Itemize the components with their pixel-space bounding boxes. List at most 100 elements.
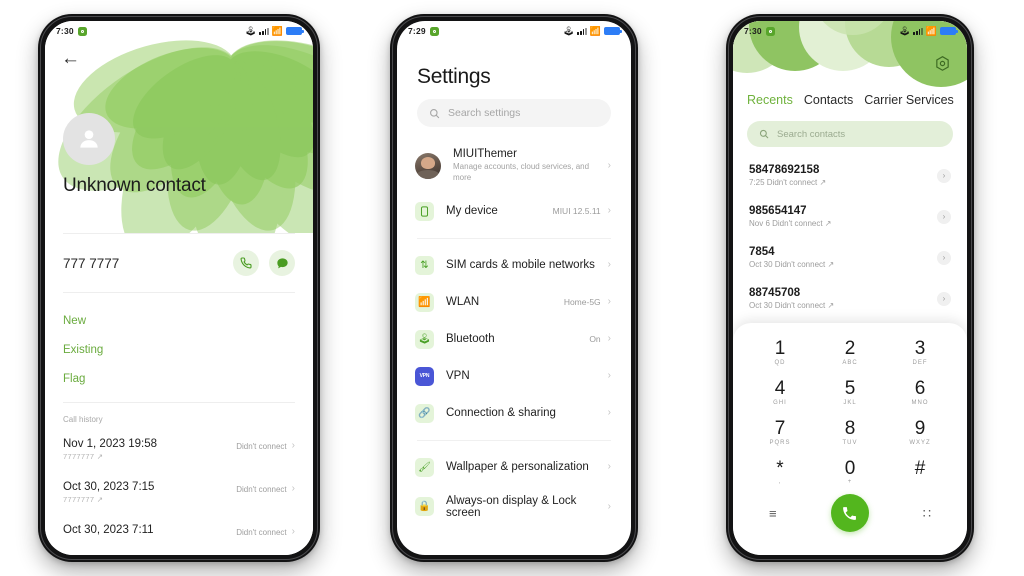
recent-call-main: 985654147 Nov 6 Didn't connect ↗ <box>749 205 832 228</box>
recent-call-row[interactable]: 7854 Oct 30 Didn't connect ↗ › <box>733 237 967 278</box>
bluetooth-icon: 🕹 <box>562 25 575 36</box>
wifi-icon: 📶 <box>589 25 601 36</box>
settings-item-label: Always-on display & Lock screen <box>446 494 577 519</box>
wifi-icon: 📶 <box>925 25 937 36</box>
phone-device-dialer: Recents Contacts Carrier Services Search… <box>726 14 974 562</box>
person-icon <box>80 130 98 148</box>
settings-item-texts: Always-on display & Lock screen <box>446 495 596 519</box>
phone-device-contact-detail: ← Unknown contact 777 7777 New Existing … <box>38 14 320 562</box>
phone-number: 777 7777 <box>63 255 120 271</box>
call-history-row[interactable]: Oct 30, 2023 7:15 7777777 ↗ Didn't conne… <box>45 471 313 514</box>
menu-icon[interactable]: ≡ <box>769 507 777 520</box>
key-digit: 9 <box>914 417 926 439</box>
keypad-icon[interactable]: ∷︎ <box>923 507 931 520</box>
call-history-row[interactable]: Oct 30, 2023 7:11 Didn't connect › <box>45 514 313 548</box>
chevron-right-icon[interactable]: › <box>937 168 951 183</box>
settings-item-wallpaper[interactable]: 🖌 Wallpaper & personalization › <box>397 449 631 486</box>
chevron-right-icon[interactable]: › <box>937 209 951 224</box>
call-date: Nov 1, 2023 19:58 <box>63 438 157 450</box>
status-time: 7:30 <box>744 26 762 36</box>
key-0[interactable]: 0 + <box>815 453 885 491</box>
link-existing[interactable]: Existing <box>63 336 295 365</box>
key-letters: GHI <box>773 399 787 406</box>
settings-item-bluetooth[interactable]: 🕹 Bluetooth On › <box>397 321 631 358</box>
tab-carrier-services[interactable]: Carrier Services <box>864 93 954 107</box>
key-hash[interactable]: # <box>885 453 955 491</box>
call-action-button[interactable] <box>233 250 259 276</box>
key-5[interactable]: 5 JKL <box>815 373 885 411</box>
search-settings-input[interactable]: Search settings <box>417 99 611 127</box>
lock-icon: 🔒 <box>415 497 434 517</box>
key-digit: 8 <box>844 417 856 439</box>
settings-item-connection-sharing[interactable]: 🔗 Connection & sharing › <box>397 395 631 432</box>
recent-call-sub: 7:25 Didn't connect ↗ <box>749 178 827 187</box>
settings-group-connectivity: ⇅ SIM cards & mobile networks › 📶 WLAN H… <box>397 247 631 432</box>
key-star[interactable]: * , <box>745 453 815 491</box>
message-action-button[interactable] <box>269 250 295 276</box>
settings-item-texts: WLAN <box>446 296 552 308</box>
back-icon[interactable]: ← <box>61 49 80 68</box>
recent-call-row[interactable]: 58478692158 7:25 Didn't connect ↗ › <box>733 155 967 196</box>
settings-item-my-device[interactable]: My device MIUI 12.5.11 › <box>397 193 631 230</box>
search-placeholder: Search settings <box>448 107 521 119</box>
dialer-bottom-bar: ≡ ∷︎ <box>745 490 955 533</box>
recent-call-row[interactable]: 985654147 Nov 6 Didn't connect ↗ › <box>733 196 967 237</box>
status-bar: 7:29 🕹 📶 <box>397 21 631 41</box>
wifi-icon: 📶 <box>271 25 283 36</box>
phone-number-row[interactable]: 777 7777 <box>45 234 313 292</box>
settings-item-vpn[interactable]: VPN VPN › <box>397 358 631 395</box>
chevron-right-icon[interactable]: › <box>937 250 951 265</box>
key-3[interactable]: 3 DEF <box>885 333 955 371</box>
recent-call-row[interactable]: 88745708 Oct 30 Didn't connect ↗ › <box>733 278 967 319</box>
key-2[interactable]: 2 ABC <box>815 333 885 371</box>
phone-device-settings: Settings Search settings MIUIThemer Mana… <box>390 14 638 562</box>
call-number: 7777777 ↗ <box>63 452 104 461</box>
keypad-grid: 1 QD 2 ABC 3 DEF 4 GHI 5 JKL 6 MNO 7 PQR… <box>745 333 955 490</box>
battery-icon <box>286 27 304 35</box>
link-flag[interactable]: Flag <box>63 365 295 394</box>
key-4[interactable]: 4 GHI <box>745 373 815 411</box>
avatar <box>63 113 115 165</box>
chevron-right-icon: › <box>607 296 611 308</box>
settings-list: MIUIThemer Manage accounts, cloud servic… <box>397 139 631 528</box>
settings-item-right: › <box>608 408 611 418</box>
key-8[interactable]: 8 TUV <box>815 413 885 451</box>
wifi-icon: 📶 <box>415 292 434 312</box>
key-letters: JKL <box>843 399 857 406</box>
status-bar-right: 🕹 📶 <box>899 25 958 36</box>
call-history-row[interactable]: Nov 1, 2023 19:58 7777777 ↗ Didn't conne… <box>45 428 313 471</box>
key-digit: # <box>914 457 926 479</box>
search-contacts-input[interactable]: Search contacts <box>747 121 953 147</box>
settings-item-right: › <box>608 501 611 512</box>
key-digit: * <box>776 457 784 479</box>
settings-item-texts: Bluetooth <box>446 333 577 345</box>
link-new[interactable]: New <box>63 307 295 336</box>
chevron-right-icon: › <box>291 440 295 451</box>
settings-item-right: › <box>608 160 611 171</box>
recent-call-sub: Oct 30 Didn't connect ↗ <box>749 260 835 269</box>
key-1[interactable]: 1 QD <box>745 333 815 371</box>
settings-item-lock-screen[interactable]: 🔒 Always-on display & Lock screen › <box>397 486 631 528</box>
chevron-right-icon[interactable]: › <box>937 291 951 306</box>
call-button[interactable] <box>830 494 869 533</box>
settings-item-label: Bluetooth <box>446 333 495 346</box>
settings-item-account[interactable]: MIUIThemer Manage accounts, cloud servic… <box>397 139 631 193</box>
recent-call-number: 7854 <box>749 246 775 258</box>
settings-item-wlan[interactable]: 📶 WLAN Home-5G › <box>397 284 631 321</box>
key-7[interactable]: 7 PQRS <box>745 413 815 451</box>
tab-contacts[interactable]: Contacts <box>804 93 853 107</box>
tab-recents[interactable]: Recents <box>747 93 793 107</box>
bluetooth-icon: 🕹 <box>415 329 434 349</box>
key-9[interactable]: 9 WXYZ <box>885 413 955 451</box>
settings-hex-icon[interactable] <box>934 55 951 77</box>
settings-item-texts: VPN <box>446 370 596 382</box>
screen-settings: Settings Search settings MIUIThemer Mana… <box>397 21 631 555</box>
settings-page: Settings Search settings MIUIThemer Mana… <box>397 21 631 555</box>
settings-item-sim-cards[interactable]: ⇅ SIM cards & mobile networks › <box>397 247 631 284</box>
contact-detail-body: 777 7777 New Existing Flag Call history … <box>45 233 313 555</box>
settings-item-label: SIM cards & mobile networks <box>446 259 595 272</box>
settings-item-label: MIUIThemer <box>453 148 517 160</box>
key-6[interactable]: 6 MNO <box>885 373 955 411</box>
call-status: Didn't connect <box>236 441 287 451</box>
call-date: Oct 30, 2023 7:15 <box>63 481 155 493</box>
